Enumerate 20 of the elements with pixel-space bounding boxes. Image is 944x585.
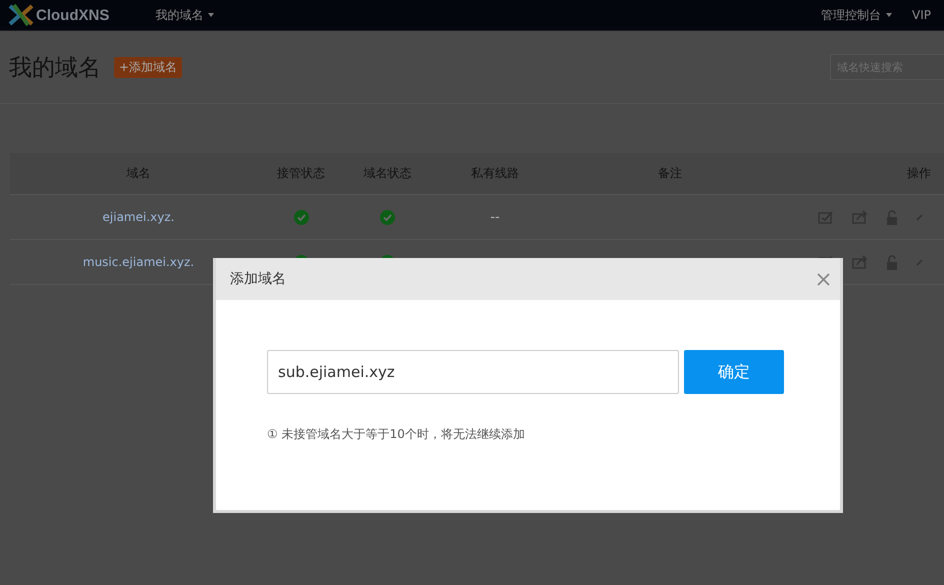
- lock-icon[interactable]: [886, 210, 898, 224]
- logo-icon: [8, 4, 34, 26]
- page-title: 我的域名: [9, 54, 101, 82]
- domain-link[interactable]: ejiamei.xyz.: [102, 210, 174, 224]
- lock-icon[interactable]: [886, 254, 898, 270]
- add-domain-button[interactable]: +添加域名: [114, 56, 182, 78]
- logo-text: CloudXNS: [36, 6, 110, 24]
- nav-menu-item[interactable]: 我的域名: [155, 6, 214, 24]
- domain-input[interactable]: sub.ejiamei.xyz: [267, 350, 679, 394]
- confirm-button[interactable]: 确定: [684, 350, 784, 394]
- share-icon[interactable]: [852, 255, 868, 269]
- limit-note: ① 未接管域名大于等于10个时，将无法继续添加: [267, 426, 526, 443]
- share-icon[interactable]: [852, 210, 868, 224]
- nav-menu-item[interactable]: VIP: [912, 8, 931, 22]
- dialog-title: 添加域名: [230, 270, 286, 288]
- edit-icon[interactable]: [818, 210, 834, 224]
- nav-menu-item[interactable]: 管理控制台: [821, 6, 892, 24]
- domain-link[interactable]: music.ejiamei.xyz.: [82, 255, 194, 269]
- close-icon[interactable]: [817, 272, 830, 286]
- private-line-text: --: [490, 210, 500, 224]
